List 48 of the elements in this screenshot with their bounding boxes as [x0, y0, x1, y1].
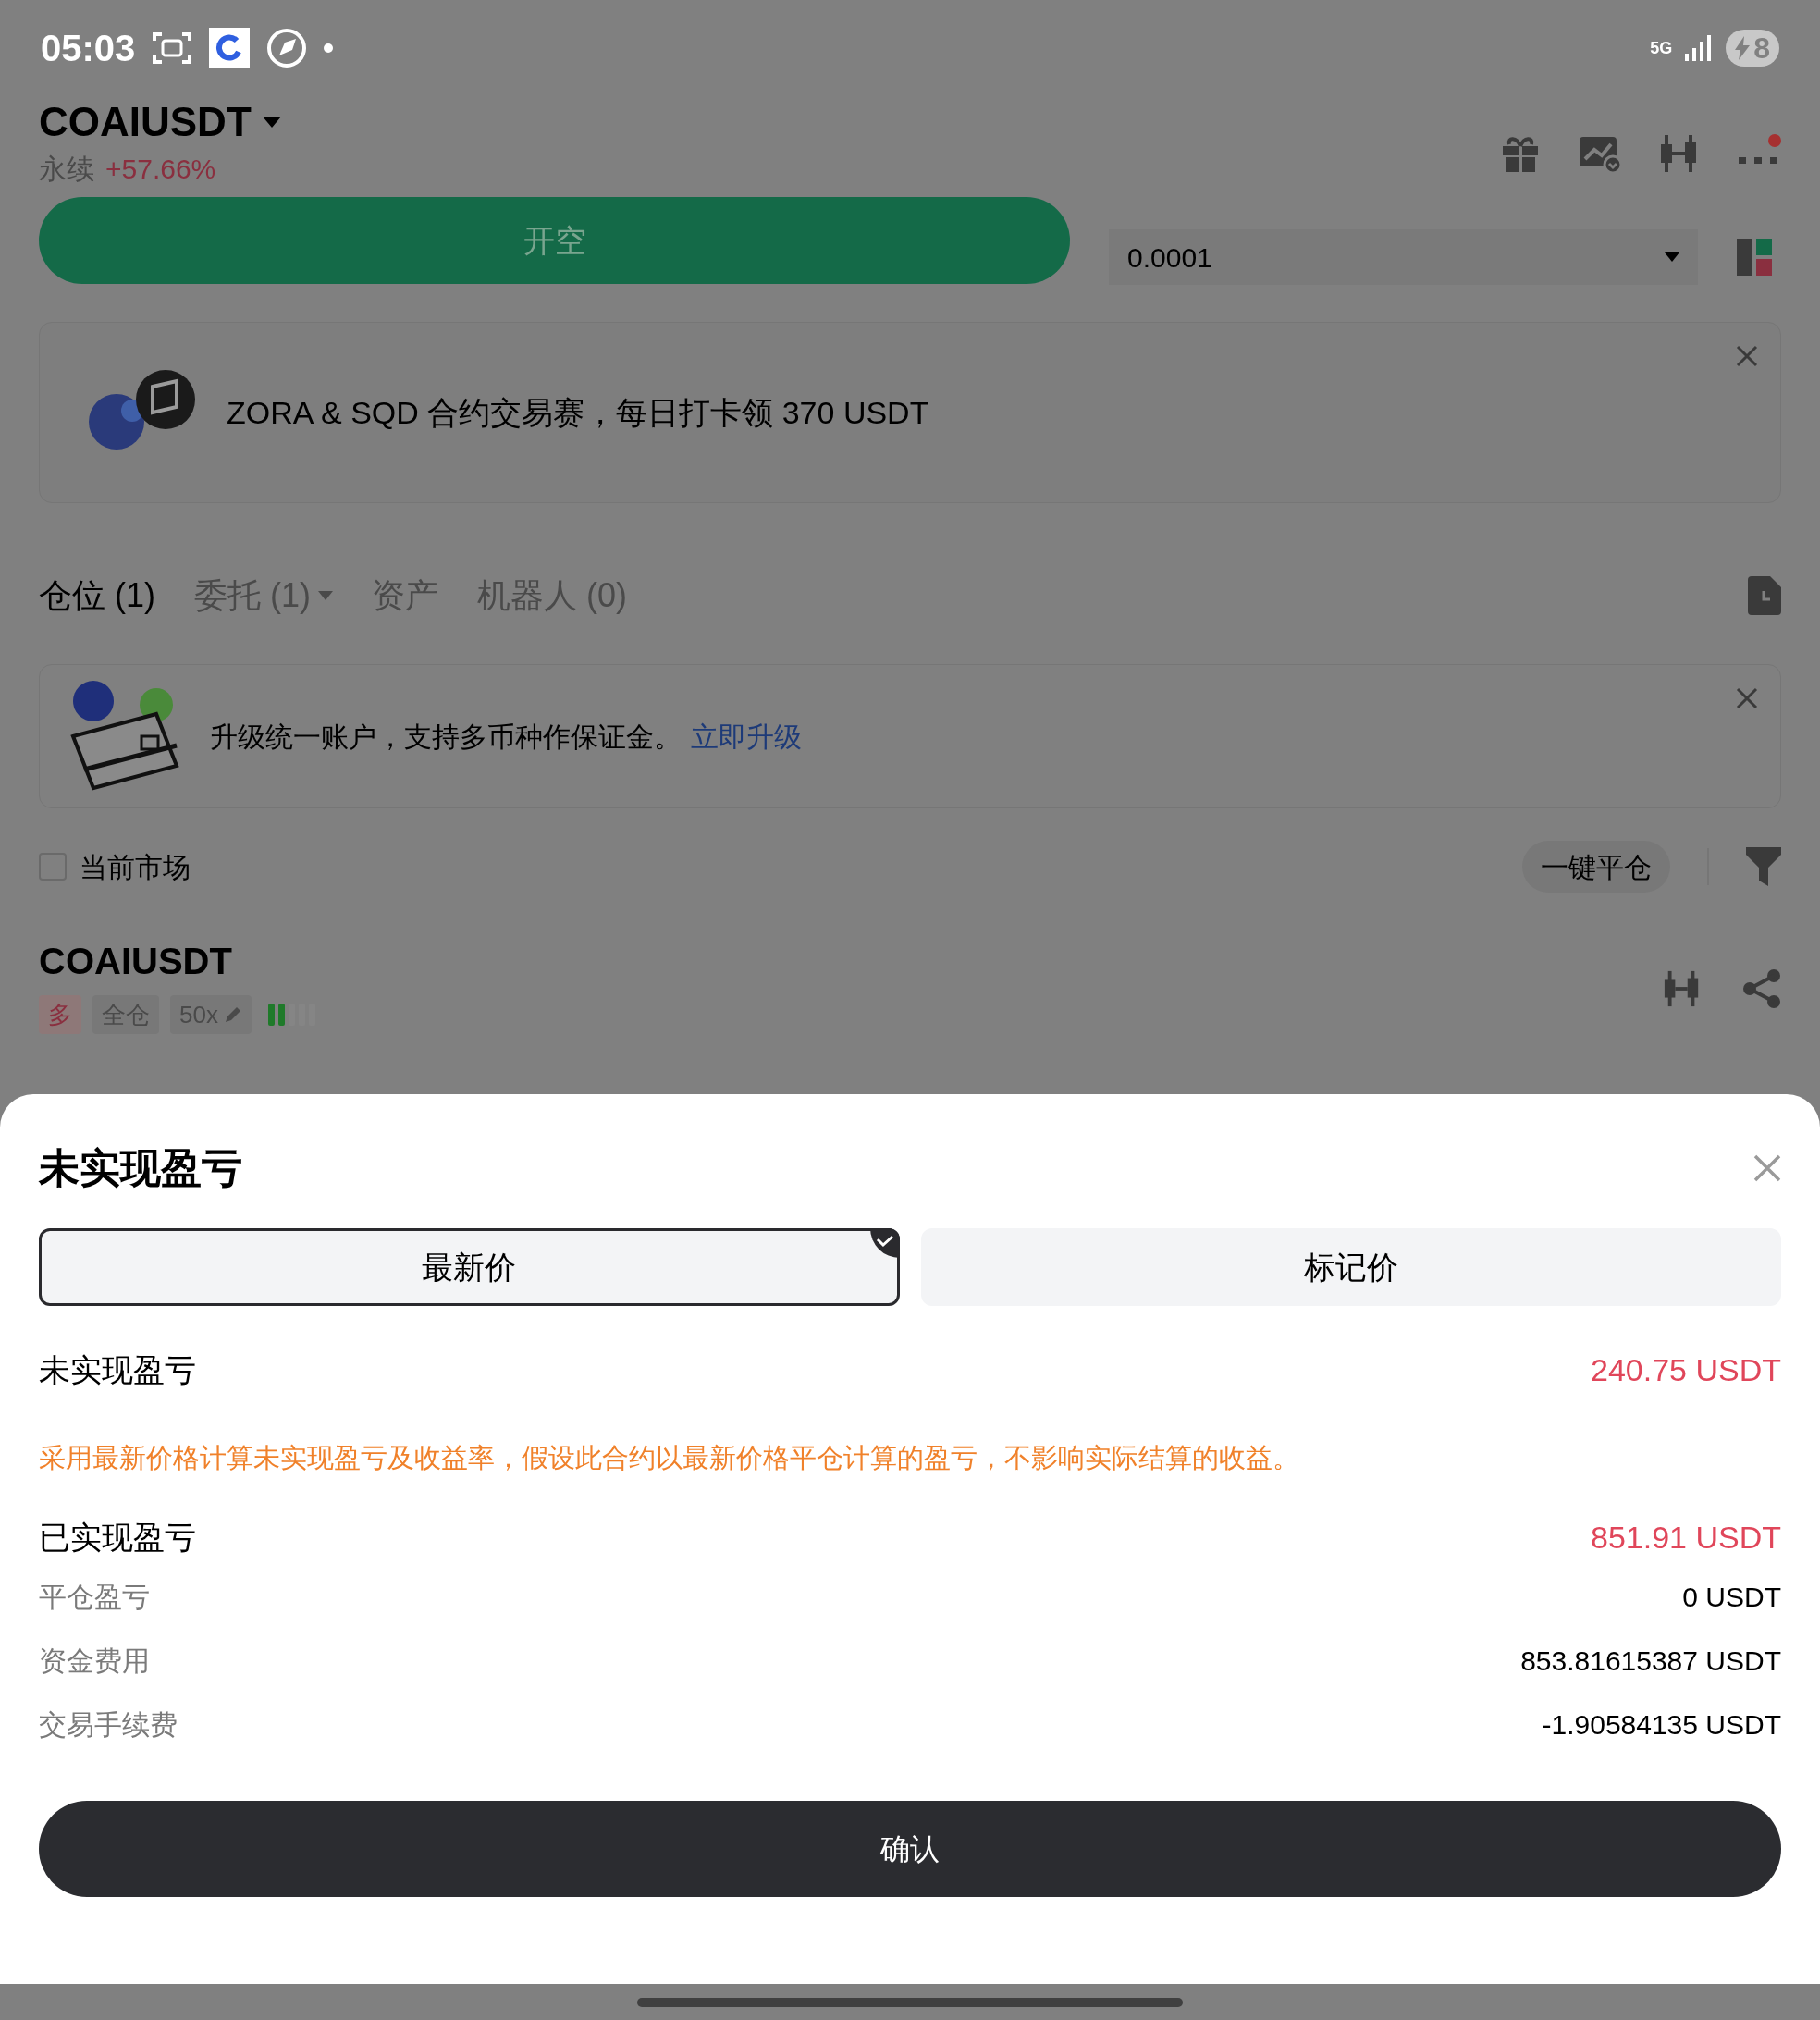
price-type-tab[interactable]: 标记价	[920, 1228, 1781, 1306]
close-icon[interactable]	[1736, 687, 1758, 709]
screenshot-icon	[152, 30, 193, 67]
promo-banner[interactable]: ZORA & SQD 合约交易赛，每日打卡领 370 USDT	[39, 322, 1781, 503]
history-document-icon[interactable]	[1748, 576, 1781, 615]
clock: 05:03	[41, 27, 136, 70]
notice-text: 升级统一账户，支持多币种作保证金。 立即升级	[210, 720, 802, 754]
note-text: 采用最新价格计算未实现盈亏及收益率，假设此合约以最新价格平仓计算的盈亏，不影响实际结算的收益。	[38, 1442, 1300, 1474]
row-value: 853.81615387 USDT	[1520, 1644, 1781, 1678]
signal-icon	[1685, 35, 1714, 61]
row-value: 851.91 USDT	[1591, 1518, 1781, 1557]
confirm-button[interactable]: 确认	[39, 1800, 1781, 1897]
row-value: 240.75 USDT	[1591, 1351, 1781, 1389]
row-label: 资金费用	[39, 1644, 150, 1678]
close-icon[interactable]	[1753, 1154, 1781, 1182]
side-tag: 多	[39, 995, 81, 1034]
tab[interactable]: 仓位 (1)	[39, 571, 155, 621]
price-change: +57.66%	[105, 153, 216, 186]
row-label: 平仓盈亏	[39, 1580, 150, 1614]
home-indicator[interactable]	[637, 1997, 1183, 2007]
caret-icon	[1665, 252, 1679, 262]
charging-icon	[1735, 36, 1751, 60]
sheet-title: 未实现盈亏	[39, 1144, 242, 1192]
price-type-tab[interactable]: 最新价	[39, 1228, 900, 1306]
row-label: 交易手续费	[39, 1707, 178, 1742]
row-value: 0 USDT	[1682, 1580, 1781, 1614]
checkbox-label: 当前市场	[80, 850, 191, 884]
symbol-title[interactable]: COAIUSDT	[39, 96, 252, 148]
share-icon[interactable]	[1742, 969, 1781, 1008]
row-value: -1.90584135 USDT	[1542, 1707, 1781, 1742]
close-icon[interactable]	[1736, 345, 1758, 367]
promo-text: ZORA & SQD 合约交易赛，每日打卡领 370 USDT	[227, 393, 929, 432]
app-icon	[209, 28, 251, 68]
upgrade-link[interactable]: 立即升级	[691, 721, 802, 752]
adl-indicator	[267, 1004, 315, 1026]
quantity-dropdown[interactable]: 0.0001	[1109, 229, 1698, 285]
dot-icon	[324, 43, 334, 53]
layout-icon[interactable]	[1737, 239, 1772, 276]
check-icon	[869, 1228, 900, 1258]
dropdown-caret-icon[interactable]	[262, 117, 281, 128]
close-all-button[interactable]: 一键平仓	[1522, 841, 1670, 893]
battery: 8	[1726, 30, 1779, 67]
edit-icon[interactable]	[223, 1005, 242, 1024]
row-label: 已实现盈亏	[39, 1518, 196, 1557]
filter-icon[interactable]	[1746, 847, 1781, 886]
row-label: 未实现盈亏	[39, 1351, 196, 1389]
network-label: 5G	[1650, 40, 1673, 56]
position-symbol: COAIUSDT	[39, 940, 233, 983]
